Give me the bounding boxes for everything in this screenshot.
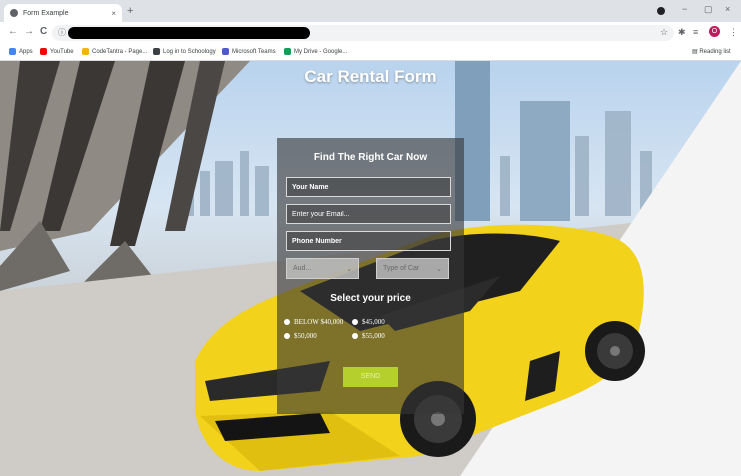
bookmark-apps[interactable]: Apps xyxy=(9,48,33,55)
minimize-button[interactable]: − xyxy=(682,4,687,14)
page-viewport: Car Rental Form Find The Right Car Now A… xyxy=(0,61,741,476)
glass-tower xyxy=(520,101,570,221)
window-close-button[interactable]: × xyxy=(725,4,730,14)
price-heading: Select your price xyxy=(330,293,411,304)
radio-dot-icon[interactable] xyxy=(284,333,290,339)
car-brand-select[interactable]: Aud... ⌄ xyxy=(286,258,359,279)
bookmark-youtube[interactable]: YouTube xyxy=(40,48,74,55)
phone-input[interactable] xyxy=(286,231,451,251)
bookmarks-bar: Apps YouTube CodeTantra - Page... Log in… xyxy=(0,44,741,61)
tab-strip: Form Example × + − ▢ × xyxy=(0,0,741,22)
extensions-icon[interactable]: ✱ xyxy=(678,27,686,38)
redacted-url xyxy=(68,27,310,39)
car-type-select[interactable]: Type of Car ⌄ xyxy=(376,258,449,279)
extension-icon[interactable] xyxy=(657,7,665,15)
form-heading: Find The Right Car Now xyxy=(313,152,428,163)
price-option-45000[interactable]: $45,000 xyxy=(352,318,385,326)
new-tab-button[interactable]: + xyxy=(127,5,133,17)
site-info-icon[interactable]: ⓘ xyxy=(58,27,66,38)
back-button[interactable]: ← xyxy=(8,26,18,37)
chevron-down-icon: ⌄ xyxy=(436,265,442,273)
chevron-down-icon: ⌄ xyxy=(346,265,352,273)
teams-icon xyxy=(222,48,229,55)
name-input[interactable] xyxy=(286,177,451,197)
price-option-50000[interactable]: $50,000 xyxy=(284,332,317,340)
forward-button[interactable]: → xyxy=(24,26,34,37)
profile-avatar[interactable]: O xyxy=(709,26,720,37)
tab-close-icon[interactable]: × xyxy=(111,9,116,18)
codetantra-icon xyxy=(82,48,89,55)
price-option-below-40000[interactable]: BELOW $40,000 xyxy=(284,318,343,326)
email-input[interactable] xyxy=(286,204,451,224)
bookmark-schoology[interactable]: Log in to Schoology xyxy=(153,48,216,55)
reload-button[interactable]: C xyxy=(40,26,47,37)
browser-tab[interactable]: Form Example × xyxy=(4,4,122,22)
bookmark-teams[interactable]: Microsoft Teams xyxy=(222,48,276,55)
radio-dot-icon[interactable] xyxy=(284,319,290,325)
menu-icon[interactable]: ⋮ xyxy=(729,27,738,38)
google-drive-icon xyxy=(284,48,291,55)
bookmark-codetantra[interactable]: CodeTantra - Page... xyxy=(82,48,147,55)
page-title: Car Rental Form xyxy=(304,67,437,86)
tab-title: Form Example xyxy=(23,9,69,17)
radio-dot-icon[interactable] xyxy=(352,333,358,339)
reading-list-button[interactable]: ▤ Reading list xyxy=(692,48,731,55)
car-brand-value: Aud... xyxy=(293,265,312,272)
maximize-button[interactable]: ▢ xyxy=(704,4,713,15)
radio-dot-icon[interactable] xyxy=(352,319,358,325)
media-queue-icon[interactable]: ≡ xyxy=(693,27,698,37)
schoology-icon xyxy=(153,48,160,55)
rental-form-card: Find The Right Car Now Aud... ⌄ Type of … xyxy=(277,138,464,414)
bookmark-star-icon[interactable]: ☆ xyxy=(660,27,668,38)
bookmark-google-drive[interactable]: My Drive - Google... xyxy=(284,48,347,55)
price-option-55000[interactable]: $55,000 xyxy=(352,332,385,340)
browser-toolbar: ← → C ⓘ ☆ ✱ ≡ ⋮ xyxy=(0,22,741,44)
tab-favicon-icon xyxy=(10,9,18,17)
youtube-icon xyxy=(40,48,47,55)
send-button[interactable]: SEND xyxy=(343,367,398,387)
apps-grid-icon xyxy=(9,48,16,55)
address-bar[interactable]: ⓘ xyxy=(52,25,674,41)
car-type-value: Type of Car xyxy=(383,265,420,272)
